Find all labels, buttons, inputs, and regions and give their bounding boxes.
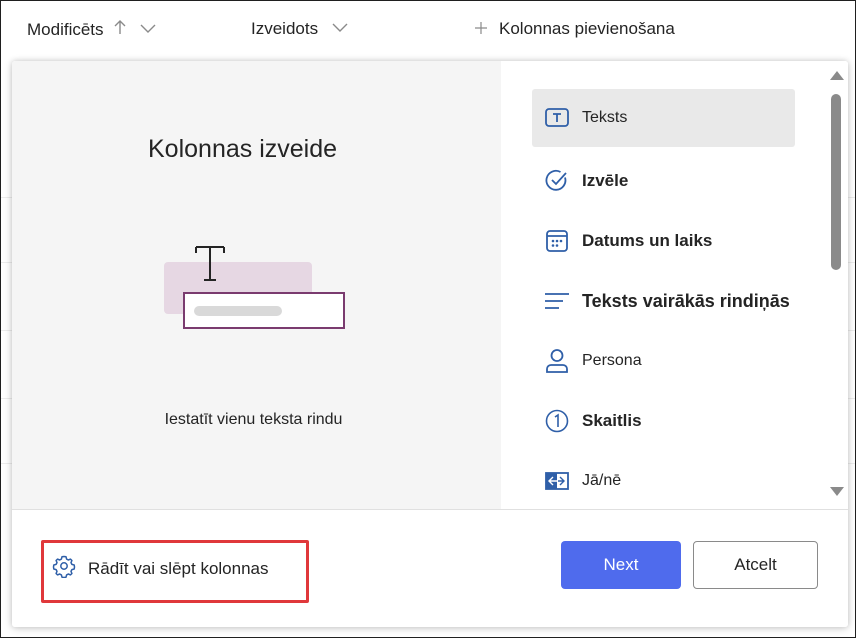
column-created-label: Izveidots [251,19,319,38]
calendar-icon [544,228,570,254]
person-icon [544,348,570,374]
column-type-multiline-text[interactable]: Teksts vairākās rindiņās [532,272,795,330]
chevron-down-icon [332,20,348,38]
text-field-illustration [162,244,362,339]
checkmark-circle-icon [544,168,570,194]
text-box-icon [544,105,570,131]
gear-icon [52,554,76,583]
add-column-label: Kolonnas pievienošana [499,19,675,38]
number-circle-icon [544,408,570,434]
scroll-up-arrow-icon[interactable] [830,71,844,80]
column-modified-label: Modificēts [27,19,104,39]
column-type-description: Iestatīt vienu teksta rindu [164,411,343,428]
column-created[interactable]: Izveidots [251,19,348,39]
column-type-person[interactable]: Persona [532,332,795,390]
create-column-dialog: Kolonnas izveide Iestatīt vienu teksta r… [12,61,848,627]
column-modified[interactable]: Modificēts [27,19,156,40]
dialog-footer: Rādīt vai slēpt kolonnas Next Atcelt [12,509,848,627]
column-type-choice[interactable]: Izvēle [532,152,795,210]
column-type-number[interactable]: Skaitlis [532,392,795,450]
show-hide-columns-label: Rādīt vai slēpt kolonnas [88,558,269,578]
add-column-button[interactable]: Kolonnas pievienošana [475,19,675,39]
column-type-label: Teksts vairākās rindiņās [582,290,790,311]
cancel-button[interactable]: Atcelt [693,541,818,589]
column-type-scrollbar[interactable] [825,61,848,509]
yes-no-toggle-icon [544,468,570,494]
dialog-title: Kolonnas izveide [148,135,338,163]
list-column-header: Modificēts Izveidots Kolonnas pievienoša… [0,0,856,60]
column-type-list: Teksts Izvēle Datums un laiks Teksts vai… [501,61,848,509]
column-type-label: Izvēle [582,171,629,190]
column-type-label: Persona [582,352,642,369]
arrow-up-icon [114,19,126,40]
column-type-label: Datums un laiks [582,231,713,250]
column-type-label: Skaitlis [582,411,642,430]
chevron-down-icon [140,21,156,39]
plus-icon [475,19,487,39]
column-type-preview: Kolonnas izveide Iestatīt vienu teksta r… [12,61,501,509]
column-type-label: Teksts [582,109,628,126]
scroll-down-arrow-icon[interactable] [830,487,844,496]
multiline-text-icon [544,288,570,314]
next-button[interactable]: Next [561,541,681,589]
column-type-yes-no[interactable]: Jā/nē [532,452,795,510]
column-type-text[interactable]: Teksts [532,89,795,147]
scrollbar-thumb[interactable] [831,94,841,270]
column-type-label: Jā/nē [582,472,622,489]
show-hide-columns-link[interactable]: Rādīt vai slēpt kolonnas [52,554,269,583]
column-type-date-time[interactable]: Datums un laiks [532,212,795,270]
